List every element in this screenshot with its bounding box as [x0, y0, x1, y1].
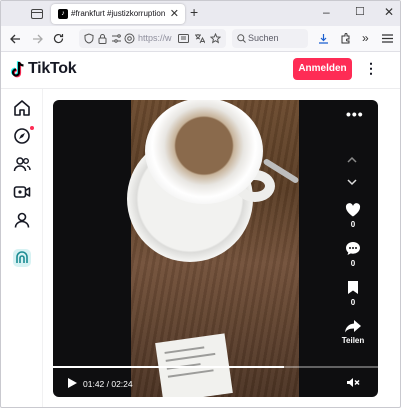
navigation-bar: https://w Suchen » — [1, 26, 400, 52]
heart-icon — [345, 203, 361, 217]
minimize-button[interactable]: – — [323, 5, 330, 19]
comment-icon — [346, 242, 360, 255]
live-icon[interactable] — [13, 183, 31, 201]
overflow-icon[interactable]: » — [362, 31, 369, 45]
close-window-button[interactable]: ✕ — [384, 5, 394, 19]
tiktok-favicon-icon: ♪ — [58, 9, 68, 19]
reader-icon[interactable] — [178, 34, 189, 43]
mute-icon[interactable] — [346, 377, 360, 388]
video-frame — [127, 100, 300, 397]
chevron-down-icon[interactable] — [347, 179, 357, 186]
forward-icon[interactable] — [32, 34, 43, 44]
video-time: 01:42 / 02:24 — [83, 379, 133, 389]
lock-icon[interactable] — [98, 33, 107, 44]
profile-icon[interactable] — [13, 211, 31, 229]
notification-dot — [30, 126, 34, 130]
maximize-button[interactable]: ☐ — [355, 5, 365, 18]
tab-overview-icon[interactable] — [31, 8, 43, 19]
more-options-icon[interactable]: ⋮ — [364, 60, 378, 77]
explore-nav[interactable] — [13, 126, 34, 145]
shield-icon[interactable] — [84, 33, 94, 44]
tiktok-note-icon — [11, 61, 24, 78]
like-button[interactable]: 0 — [342, 203, 364, 229]
search-placeholder: Suchen — [248, 33, 279, 43]
save-button[interactable]: 0 — [342, 280, 364, 307]
tab-close-icon[interactable]: ✕ — [170, 7, 179, 20]
url-bar[interactable]: https://w — [79, 29, 226, 48]
new-tab-button[interactable]: + — [190, 4, 198, 20]
video-more-icon[interactable]: ••• — [346, 106, 364, 122]
permissions-icon[interactable] — [111, 34, 122, 43]
bookmark-star-icon[interactable] — [210, 33, 221, 44]
search-icon — [237, 34, 246, 43]
brand-name: TikTok — [28, 60, 77, 77]
play-icon[interactable] — [67, 377, 78, 389]
home-icon[interactable] — [13, 99, 31, 117]
tiktok-logo[interactable]: TikTok — [11, 60, 77, 78]
explore-icon — [14, 128, 30, 144]
save-count: 0 — [350, 298, 356, 307]
browser-window: ♪ #frankfurt #justizkorruption | Ti ✕ + … — [0, 0, 401, 408]
comment-count: 0 — [350, 259, 356, 268]
extensions-icon[interactable] — [340, 33, 351, 44]
tab-title: #frankfurt #justizkorruption | Ti — [71, 9, 167, 18]
chevron-up-icon[interactable] — [347, 156, 357, 163]
menu-icon[interactable] — [382, 34, 393, 43]
tab-strip: ♪ #frankfurt #justizkorruption | Ti ✕ + … — [1, 1, 400, 26]
comment-button[interactable]: 0 — [342, 241, 364, 268]
search-box[interactable]: Suchen — [232, 29, 308, 48]
video-progress-fill — [53, 366, 284, 368]
translate-icon[interactable] — [194, 33, 205, 44]
like-count: 0 — [350, 220, 356, 229]
share-icon — [345, 320, 361, 333]
url-text[interactable]: https://w — [138, 33, 172, 43]
following-icon[interactable] — [13, 155, 31, 173]
download-icon[interactable] — [318, 33, 329, 44]
camera-permission-icon[interactable] — [124, 33, 135, 44]
app-icon[interactable] — [13, 249, 31, 267]
tiktok-header: TikTok Anmelden ⋮ — [1, 52, 400, 89]
video-progress-bar[interactable] — [53, 366, 378, 368]
sidebar — [1, 89, 43, 407]
reload-icon[interactable] — [53, 33, 64, 44]
bookmark-icon — [348, 281, 358, 294]
share-label: Teilen — [341, 336, 365, 345]
video-player[interactable]: ••• 0 0 0 Teilen 01:42 / 02:24 — [53, 100, 378, 397]
login-button[interactable]: Anmelden — [293, 58, 352, 80]
share-button[interactable]: Teilen — [337, 319, 369, 345]
back-icon[interactable] — [10, 34, 21, 44]
active-tab[interactable]: ♪ #frankfurt #justizkorruption | Ti ✕ — [51, 4, 185, 24]
coffee-cup-image — [145, 100, 263, 204]
